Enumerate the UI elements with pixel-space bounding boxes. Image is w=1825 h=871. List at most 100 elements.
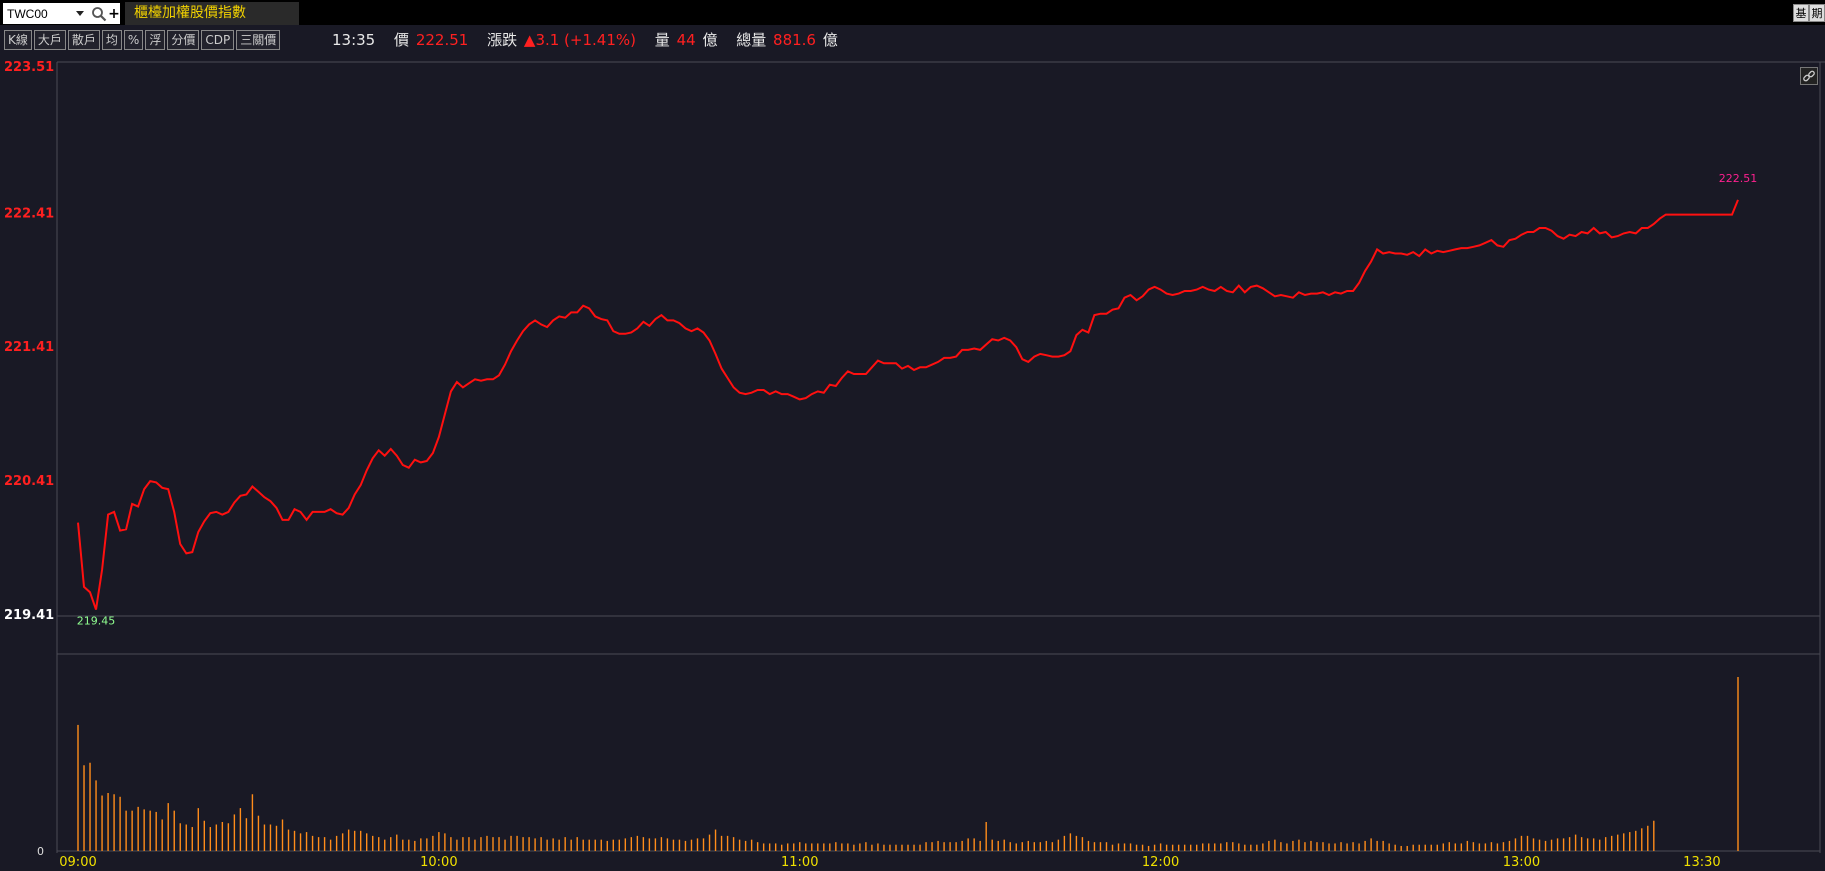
volume-bar: [1496, 843, 1499, 851]
volume-bar: [251, 794, 254, 851]
volume-bar: [588, 839, 590, 851]
volume-bar: [1610, 835, 1613, 851]
volume-bar: [414, 840, 416, 851]
volume-bar: [696, 838, 699, 851]
volume-bar: [359, 830, 362, 851]
volume-bar: [961, 840, 963, 851]
link-icon[interactable]: [1800, 67, 1818, 85]
volume-bar: [1442, 843, 1444, 851]
volume-bar: [973, 838, 975, 851]
y-tick-label: 223.51: [4, 60, 54, 75]
volume-bar: [450, 837, 452, 851]
volume-bar: [293, 830, 296, 851]
volume-bar: [865, 842, 867, 851]
volume-bar: [1358, 843, 1360, 851]
volume-bar: [642, 837, 645, 851]
volume-bar: [1623, 833, 1625, 851]
volume-bar: [756, 842, 759, 851]
volume-bar: [1117, 843, 1120, 851]
volume-bar: [913, 844, 915, 851]
volume-bar: [149, 810, 151, 851]
volume-bar: [1334, 843, 1336, 851]
volume-bar: [558, 839, 560, 851]
volume-bar: [985, 822, 987, 851]
volume-bar: [1647, 825, 1649, 851]
volume-bar: [1562, 838, 1565, 851]
volume-bar: [660, 837, 663, 851]
volume-bar: [402, 839, 404, 851]
volume-bar: [444, 833, 446, 851]
volume-bar: [498, 837, 500, 851]
volume-bar: [955, 842, 957, 851]
volume-bar: [919, 844, 921, 851]
volume-bar: [1159, 843, 1162, 851]
volume-bar: [1448, 842, 1451, 851]
volume-bar: [281, 819, 284, 851]
volume-bar: [636, 835, 639, 851]
volume-bar: [113, 794, 115, 851]
volume-bar: [1039, 842, 1042, 851]
volume-bar: [1737, 677, 1739, 851]
volume-bar: [1250, 844, 1252, 851]
volume-bar: [1382, 840, 1384, 851]
volume-bar: [1123, 843, 1126, 851]
volume-bar: [618, 839, 621, 851]
volume-bar: [1087, 840, 1090, 851]
volume-bar: [1388, 843, 1390, 851]
intraday-chart[interactable]: 223.51 222.41 221.41 220.41 219.41 09:00 10:0…: [0, 0, 1825, 871]
volume-bar: [648, 838, 651, 851]
x-tick-label: 13:00: [1503, 855, 1540, 870]
volume-bar: [1226, 842, 1228, 851]
volume-bar: [1316, 842, 1318, 851]
volume-bar: [654, 838, 657, 851]
volume-bar: [582, 839, 584, 851]
volume-bar: [678, 839, 681, 851]
volume-bar: [179, 823, 181, 851]
volume-bar: [1189, 844, 1192, 851]
volume-bar: [462, 837, 464, 851]
volume-bar: [780, 844, 783, 851]
volume-bar: [1526, 835, 1529, 851]
volume-bar: [1256, 844, 1258, 851]
volume-bar: [1081, 837, 1084, 851]
y-tick-label: 220.41: [4, 474, 54, 489]
volume-bar: [594, 839, 596, 851]
volume-bar: [143, 809, 145, 851]
volume-bar: [1532, 838, 1535, 851]
x-tick-label: 09:00: [59, 855, 96, 870]
volume-bar: [1418, 844, 1420, 851]
volume-axis-label: 0: [37, 845, 44, 858]
volume-bar: [672, 839, 675, 851]
volume-bar: [390, 837, 392, 851]
volume-bar: [1238, 843, 1240, 851]
volume-bar: [161, 819, 163, 851]
volume-bar: [516, 835, 518, 851]
volume-bar: [859, 843, 861, 851]
volume-bar: [203, 820, 206, 851]
volume-bar: [1538, 839, 1541, 851]
volume-bar: [456, 839, 458, 851]
volume-bar: [624, 838, 627, 851]
volume-bar: [1394, 844, 1396, 851]
volume-bar: [239, 808, 242, 851]
volume-bar: [275, 825, 278, 851]
volume-bar: [1268, 840, 1270, 851]
volume-bar: [1171, 844, 1174, 851]
volume-bar: [323, 837, 326, 851]
volume-bar: [89, 762, 91, 851]
volume-bar: [420, 838, 422, 851]
volume-bar: [438, 832, 440, 851]
volume-bar: [552, 838, 554, 851]
volume-bar: [1099, 842, 1102, 851]
volume-bar: [612, 839, 614, 851]
volume-bar: [1298, 839, 1300, 851]
volume-bar: [750, 839, 753, 851]
volume-bar: [564, 837, 566, 851]
x-tick-label: 11:00: [781, 855, 818, 870]
volume-bar: [1274, 839, 1276, 851]
volume-bar: [805, 843, 807, 851]
volume-bar: [1262, 843, 1264, 851]
volume-bar: [215, 824, 218, 851]
volume-bar: [384, 839, 386, 851]
volume-bar: [1165, 844, 1168, 851]
